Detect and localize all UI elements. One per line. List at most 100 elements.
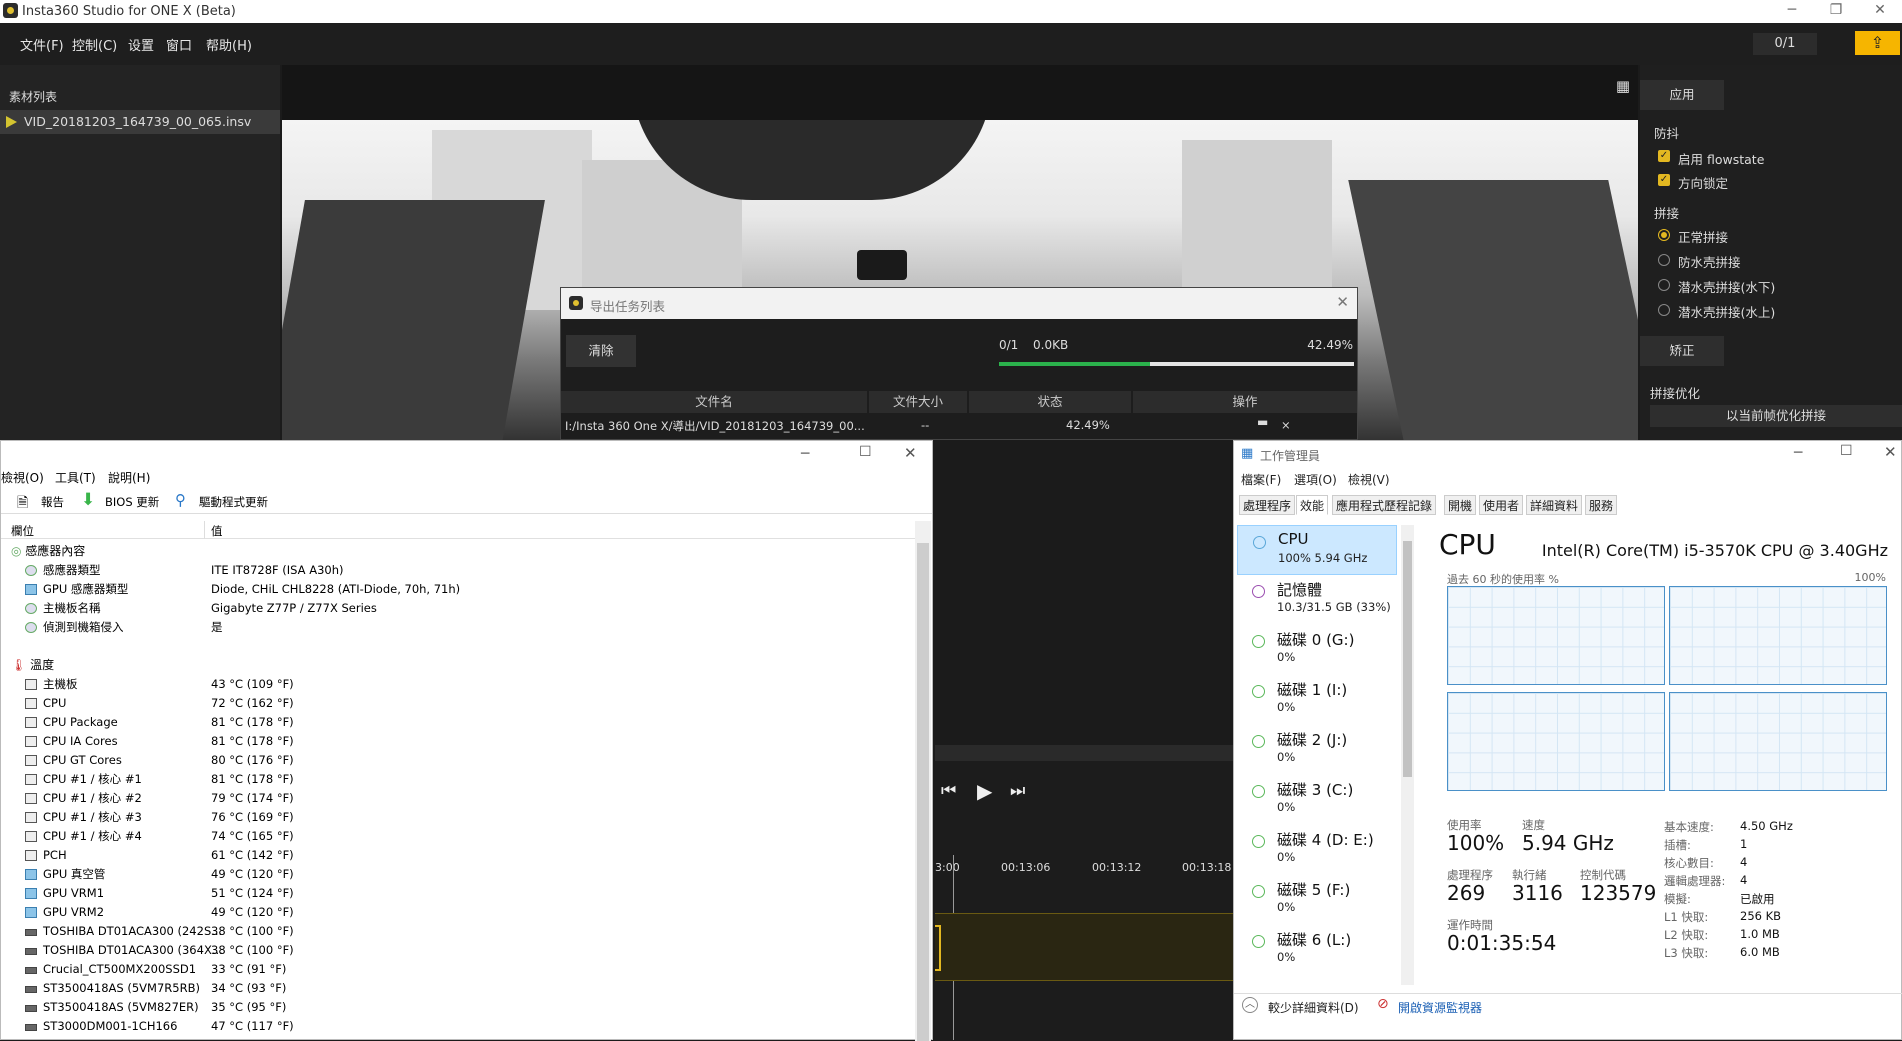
sensor-icon (25, 603, 37, 614)
clip-handle[interactable] (935, 925, 941, 971)
upload-icon: ⇪ (1870, 33, 1885, 52)
status-circle-icon (1252, 835, 1265, 848)
stitch-option: 正常拼接 (1678, 230, 1729, 245)
insta-titlebar: Insta360 Studio for ONE X (Beta) ─ ❐ ✕ (0, 0, 1902, 23)
close-button[interactable]: ✕ (1884, 443, 1897, 461)
clear-button[interactable]: 清除 (566, 335, 636, 367)
spec-label: 模擬: (1664, 892, 1691, 906)
tab-users[interactable]: 使用者 (1479, 495, 1524, 515)
temperature-group-header[interactable]: 🌡 溫度 (11, 656, 54, 673)
tab-app-history[interactable]: 應用程式歷程記錄 (1332, 495, 1437, 515)
driver-update-button[interactable]: 驅動程式更新 (199, 494, 268, 510)
tab-services[interactable]: 服務 (1585, 495, 1618, 515)
status-circle-icon (1252, 735, 1265, 748)
optimize-current-frame-button[interactable]: 以当前帧优化拼接 (1650, 405, 1902, 427)
export-progress-bar (999, 362, 1354, 366)
spec-label: L3 快取: (1664, 946, 1709, 960)
bios-update-button[interactable]: BIOS 更新 (105, 494, 159, 510)
correct-button[interactable]: 矫正 (1640, 336, 1724, 366)
stitch-waterproof-radio[interactable] (1658, 254, 1670, 266)
menu-tools[interactable]: 工具(T) (55, 469, 96, 486)
resource-name: 磁碟 6 (L:) (1277, 931, 1352, 949)
export-button[interactable]: ⇪ (1855, 31, 1900, 55)
stitch-normal-radio[interactable] (1658, 229, 1670, 241)
maximize-button[interactable]: ☐ (1840, 443, 1853, 459)
insta360-logo-icon (3, 3, 18, 18)
field-value: 是 (211, 620, 223, 634)
sensor-group-header[interactable]: ◎ 感應器內容 (11, 542, 85, 559)
menu-file[interactable]: 文件(F) (20, 35, 64, 54)
menu-view[interactable]: 檢視(O) (1, 469, 44, 486)
spec-value: 4.50 GHz (1740, 819, 1793, 833)
resource-item[interactable]: CPU 100% 5.94 GHz (1237, 525, 1397, 575)
flowstate-checkbox[interactable]: ✓ (1658, 150, 1670, 162)
report-icon: 🗎 (17, 495, 29, 511)
menu-control[interactable]: 控制(C) (72, 35, 117, 54)
play-icon (6, 116, 17, 128)
menu-window[interactable]: 窗口 (166, 35, 192, 54)
play-button-icon[interactable]: ▶ (977, 779, 992, 803)
minimize-button[interactable]: ─ (1794, 445, 1802, 461)
resource-item[interactable]: 磁碟 2 (J:) 0% (1237, 725, 1397, 775)
resource-item[interactable]: 記憶體 10.3/31.5 GB (33%) (1237, 575, 1397, 625)
fewer-details-button[interactable]: 較少詳細資料(D) (1268, 999, 1359, 1016)
close-button[interactable]: ✕ (904, 444, 917, 462)
minimize-button[interactable]: ─ (1770, 0, 1814, 22)
close-icon[interactable]: ✕ (1336, 293, 1349, 311)
remove-task-button[interactable]: × (1281, 418, 1291, 432)
resource-item[interactable]: 磁碟 1 (I:) 0% (1237, 675, 1397, 725)
menu-settings[interactable]: 设置 (128, 35, 154, 54)
field-label: ST3500418AS (5VM827ER) (43, 1000, 199, 1014)
collapse-icon[interactable]: ︿ (1242, 997, 1258, 1013)
menu-view[interactable]: 檢視(V) (1348, 471, 1390, 488)
resource-item[interactable]: 磁碟 3 (C:) 0% (1237, 775, 1397, 825)
field-value: 49 °C (120 °F) (211, 905, 294, 919)
maximize-button[interactable]: ☐ (859, 444, 872, 460)
field-value: 43 °C (109 °F) (211, 677, 294, 691)
apply-button[interactable]: 应用 (1640, 80, 1724, 110)
resource-item[interactable]: 磁碟 5 (F:) 0% (1237, 875, 1397, 925)
folder-icon[interactable]: ▬ (1257, 415, 1268, 429)
grid-icon[interactable]: ▦ (1616, 77, 1630, 95)
scrollbar[interactable] (1401, 525, 1414, 985)
export-count: 0/1 (999, 338, 1019, 352)
graph-label: 過去 60 秒的使用率 % (1447, 573, 1559, 586)
close-button[interactable]: ✕ (1858, 0, 1902, 22)
settings-panel: 应用 防抖 ✓ 启用 flowstate ✓ 方向锁定 拼接 正常拼接 防水壳拼… (1640, 65, 1902, 440)
tab-performance[interactable]: 效能 (1296, 495, 1329, 515)
export-task-dialog: 导出任务列表 ✕ 清除 0/1 0.0KB 42.49% 文件名 文件大小 状态… (560, 287, 1358, 440)
field-value: 76 °C (169 °F) (211, 810, 294, 824)
stitch-dive-under-radio[interactable] (1658, 279, 1670, 291)
timeline-clip[interactable] (935, 913, 1235, 981)
next-frame-icon[interactable]: ⏭ (1010, 781, 1025, 801)
menu-file[interactable]: 檔案(F) (1241, 471, 1281, 488)
previous-frame-icon[interactable]: ⏮ (941, 781, 956, 801)
menu-help[interactable]: 說明(H) (108, 469, 150, 486)
resource-item[interactable]: 磁碟 6 (L:) 0% (1237, 925, 1397, 975)
status-circle-icon (1252, 685, 1265, 698)
report-button[interactable]: 報告 (41, 494, 64, 510)
tab-startup[interactable]: 開機 (1444, 495, 1477, 515)
chip-icon (25, 812, 37, 823)
resource-item[interactable]: 磁碟 0 (G:) 0% (1237, 625, 1397, 675)
stitch-option: 潜水壳拼接(水下) (1678, 280, 1776, 295)
minimize-button[interactable]: ─ (801, 446, 809, 462)
menu-help[interactable]: 帮助(H) (206, 35, 252, 54)
scrollbar[interactable] (915, 521, 931, 1041)
open-resource-monitor-link[interactable]: 開啟資源監視器 (1398, 999, 1482, 1016)
chip-icon (25, 717, 37, 728)
direction-lock-checkbox[interactable]: ✓ (1658, 174, 1670, 186)
spec-value: 1 (1740, 837, 1748, 851)
restore-button[interactable]: ❐ (1814, 0, 1858, 22)
field-label: TOSHIBA DT01ACA300 (242S... (43, 924, 223, 938)
cpu-core-graph (1447, 692, 1665, 791)
drive-icon (25, 1024, 37, 1031)
resource-item[interactable]: 磁碟 4 (D: E:) 0% (1237, 825, 1397, 875)
chip-icon (25, 850, 37, 861)
stitch-dive-above-radio[interactable] (1658, 304, 1670, 316)
cpu-heading: CPU (1439, 528, 1496, 561)
tab-details[interactable]: 詳細資料 (1526, 495, 1583, 515)
menu-options[interactable]: 選項(O) (1294, 471, 1337, 488)
tab-processes[interactable]: 處理程序 (1239, 495, 1296, 515)
library-file-item[interactable]: VID_20181203_164739_00_065.insv (0, 110, 280, 134)
